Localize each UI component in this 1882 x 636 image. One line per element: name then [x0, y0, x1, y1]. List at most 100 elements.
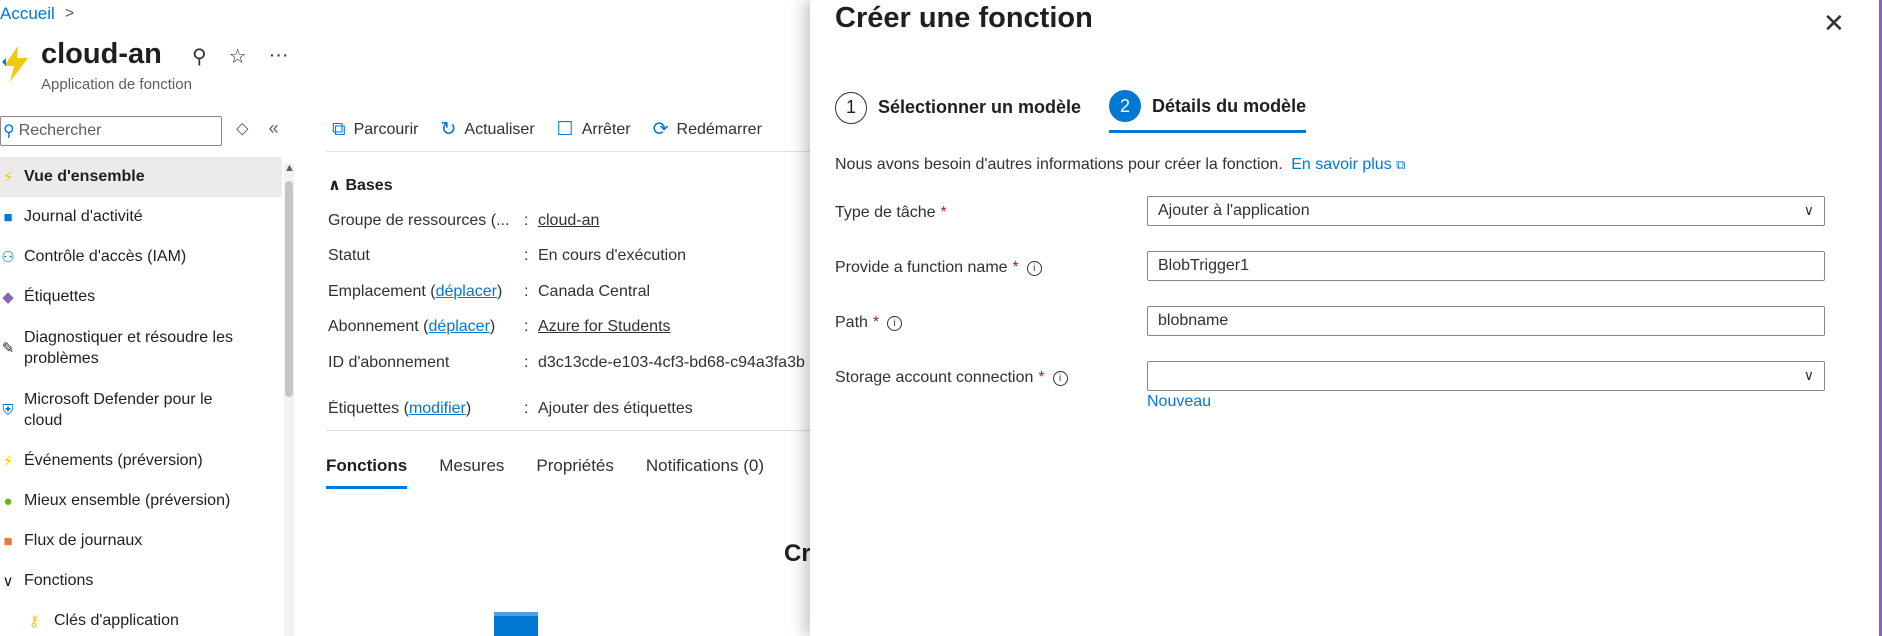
property-key: Groupe de ressources (...: [328, 212, 510, 229]
path-input[interactable]: blobname: [1147, 306, 1825, 336]
required-marker: *: [1012, 259, 1019, 276]
sidebar-item-app-keys[interactable]: ⚷ Clés d'application: [0, 601, 282, 636]
property-value: d3c13cde-e103-4cf3-bd68-c94a3fa3b: [538, 353, 805, 371]
collapse-sidebar-icon[interactable]: «: [269, 118, 279, 139]
refresh-label: Actualiser: [464, 120, 535, 138]
step-template-details[interactable]: 2 Détails du modèle: [1109, 90, 1307, 133]
function-illustration-icon: [494, 612, 538, 636]
pin-icon[interactable]: ⚲: [192, 44, 207, 69]
content-tabs: Fonctions Mesures Propriétés Notificatio…: [326, 456, 764, 489]
step-number: 1: [835, 91, 867, 124]
info-icon[interactable]: i: [1052, 370, 1068, 386]
external-link-icon: ⧉: [332, 118, 346, 140]
required-marker: *: [872, 314, 880, 331]
property-row: Groupe de ressources (... : cloud-an: [328, 212, 818, 247]
task-type-select[interactable]: Ajouter à l'application ∨: [1147, 196, 1825, 226]
sidebar-item-label: Journal d'activité: [24, 208, 143, 225]
storage-connection-select[interactable]: ∨: [1147, 361, 1825, 391]
sidebar-item-overview[interactable]: ⚡ Vue d'ensemble: [0, 157, 282, 197]
path-value: blobname: [1158, 312, 1229, 329]
search-icon: ⚲: [3, 123, 15, 140]
info-icon[interactable]: i: [887, 315, 903, 331]
property-row: Abonnement (déplacer) : Azure for Studen…: [328, 318, 818, 353]
stop-icon: ☐: [556, 119, 574, 140]
close-icon[interactable]: ✕: [1823, 8, 1845, 39]
star-icon[interactable]: ☆: [229, 44, 247, 69]
panel-title: Créer une fonction: [835, 2, 1093, 34]
tab-properties[interactable]: Propriétés: [536, 456, 613, 489]
sidebar-item-tags[interactable]: ◆ Étiquettes: [0, 277, 282, 317]
more-icon[interactable]: ···: [269, 44, 289, 69]
sidebar-scroll-thumb[interactable]: [285, 181, 293, 397]
edit-tags-link[interactable]: modifier: [409, 400, 466, 417]
resource-group-link[interactable]: cloud-an: [538, 212, 599, 247]
subscription-link[interactable]: Azure for Students: [538, 318, 671, 353]
chevron-up-icon: ∧: [328, 177, 346, 194]
restart-button[interactable]: ⟳ Redémarrer: [653, 118, 762, 141]
browse-button[interactable]: ⧉ Parcourir: [332, 118, 418, 141]
tab-functions[interactable]: Fonctions: [326, 456, 408, 489]
sidebar-item-log-stream[interactable]: ■ Flux de journaux: [0, 521, 282, 561]
function-name-input[interactable]: BlobTrigger1: [1147, 251, 1825, 281]
essentials-properties: Groupe de ressources (... : cloud-an Sta…: [328, 212, 818, 435]
page-title: cloud-an: [41, 38, 162, 70]
refresh-button[interactable]: ↻ Actualiser: [440, 118, 534, 141]
task-type-value: Ajouter à l'application: [1158, 202, 1310, 219]
property-value: En cours d'exécution: [538, 247, 687, 265]
sidebar-item-events[interactable]: ⚡ Événements (préversion): [0, 441, 282, 481]
restart-label: Redémarrer: [676, 120, 762, 138]
step-select-template[interactable]: 1 Sélectionner un modèle: [835, 90, 1081, 133]
chevron-down-icon: ∨: [1803, 202, 1814, 218]
path-label: Path * i: [835, 314, 903, 332]
property-row: Statut : En cours d'exécution: [328, 247, 818, 282]
essentials-divider: [326, 430, 810, 431]
chevron-down-icon: ∨: [2, 573, 14, 590]
move-subscription-link[interactable]: déplacer: [429, 318, 490, 335]
step-label: Sélectionner un modèle: [878, 97, 1082, 117]
expand-collapse-icon[interactable]: ⬦: [236, 118, 249, 139]
refresh-icon: ↻: [440, 119, 457, 140]
lightning-icon: ⚡: [2, 169, 14, 186]
essentials-header: Bases: [345, 177, 393, 194]
tab-metrics[interactable]: Mesures: [439, 456, 504, 489]
external-link-icon: ⧉: [1396, 157, 1406, 172]
shield-icon: ⛨: [2, 401, 14, 419]
move-location-link[interactable]: déplacer: [436, 283, 497, 300]
task-type-label: Type de tâche *: [835, 204, 947, 221]
sidebar-item-label: Fonctions: [24, 572, 94, 589]
lightbulb-icon: ●: [3, 492, 13, 510]
sidebar-item-defender[interactable]: ⛨ Microsoft Defender pour le cloud: [0, 379, 282, 441]
learn-more-link[interactable]: En savoir plus ⧉: [1291, 156, 1405, 173]
stop-label: Arrêter: [581, 120, 631, 138]
people-icon: ⚇: [1, 249, 15, 266]
essentials-toggle[interactable]: ∧ Bases: [328, 175, 393, 195]
sidebar-item-label: Flux de journaux: [24, 532, 143, 549]
sidebar-item-functions[interactable]: ∨ Fonctions: [0, 561, 282, 601]
breadcrumb-home-link[interactable]: Accueil: [0, 4, 55, 24]
step-number: 2: [1109, 90, 1142, 122]
sidebar-item-activity-log[interactable]: ■ Journal d'activité: [0, 197, 282, 237]
sidebar-item-label: Contrôle d'accès (IAM): [24, 248, 187, 265]
sidebar-item-label: Microsoft Defender pour le cloud: [24, 391, 213, 429]
required-marker: *: [940, 204, 947, 221]
new-connection-link[interactable]: Nouveau: [1147, 393, 1211, 411]
sidebar-item-diagnose[interactable]: ✎ Diagnostiquer et résoudre les problème…: [0, 317, 282, 379]
stop-button[interactable]: ☐ Arrêter: [557, 118, 631, 141]
sidebar-item-label: Clés d'application: [54, 612, 179, 629]
breadcrumb-separator: >: [64, 5, 75, 22]
property-key: Abonnement (déplacer): [328, 318, 496, 336]
required-marker: *: [1038, 369, 1045, 386]
sidebar-item-label: Diagnostiquer et résoudre les problèmes: [24, 329, 234, 367]
restart-icon: ⟳: [652, 119, 669, 140]
search-input[interactable]: ⚲ Rechercher: [0, 116, 222, 146]
tab-notifications[interactable]: Notifications (0): [646, 456, 764, 489]
sidebar-item-iam[interactable]: ⚇ Contrôle d'accès (IAM): [0, 237, 282, 277]
title-actions: ⚲ ☆ ···: [192, 44, 289, 69]
scroll-up-icon[interactable]: ▲: [284, 162, 295, 174]
function-name-value: BlobTrigger1: [1158, 257, 1250, 274]
info-icon[interactable]: i: [1026, 260, 1042, 276]
sidebar-item-better-together[interactable]: ● Mieux ensemble (préversion): [0, 481, 282, 521]
storage-connection-label: Storage account connection * i: [835, 369, 1068, 387]
tag-icon: ◆: [2, 289, 14, 306]
sidebar-item-label: Étiquettes: [24, 288, 96, 305]
